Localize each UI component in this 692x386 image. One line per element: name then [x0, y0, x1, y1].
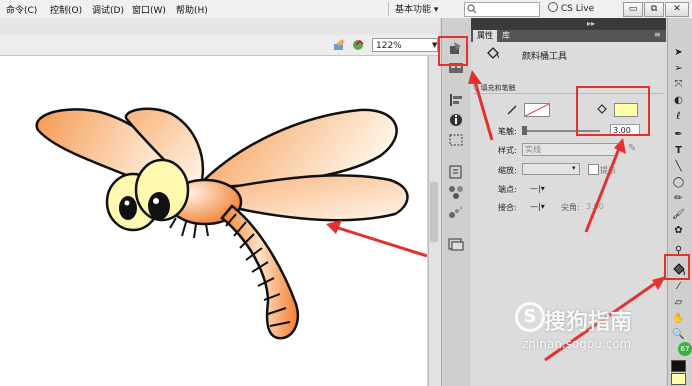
watermark-title: 搜狗指南: [544, 310, 633, 335]
arrow-to-fill-swatch: [584, 138, 626, 233]
arrow-to-color-icon: [468, 70, 494, 141]
sogou-logo: S: [515, 302, 545, 332]
notification-badge: 67: [678, 342, 692, 356]
watermark-url: zhinan.sogou.com: [522, 337, 632, 351]
